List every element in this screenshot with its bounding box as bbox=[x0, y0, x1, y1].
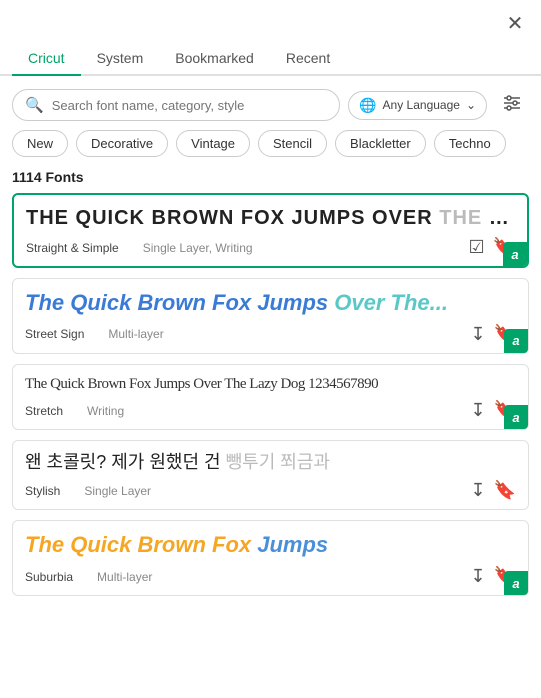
font-name-2: Street Sign bbox=[25, 327, 84, 341]
font-meta-3: Stretch Writing ↧ 🔖 bbox=[25, 400, 516, 421]
tab-recent[interactable]: Recent bbox=[270, 42, 346, 76]
download-icon-5[interactable]: ↧ bbox=[470, 566, 485, 587]
globe-icon: 🌐 bbox=[359, 97, 376, 114]
font-preview-4: 왠 초콜릿? 제가 원했던 건 뺑투기 쬐금과 bbox=[25, 451, 516, 474]
font-name-3: Stretch bbox=[25, 404, 63, 418]
tab-system[interactable]: System bbox=[81, 42, 160, 76]
search-box[interactable]: 🔍 bbox=[12, 89, 340, 121]
search-row: 🔍 🌐 Any Language ⌄ bbox=[0, 76, 541, 130]
chip-decorative[interactable]: Decorative bbox=[76, 130, 168, 157]
font-preview-5: The Quick Brown Fox Jumps bbox=[25, 531, 516, 560]
search-input[interactable] bbox=[52, 98, 327, 113]
font-preview-1: THE QUICK BROWN FOX JUMPS OVER THE LAZY … bbox=[26, 205, 515, 231]
font-panel: ✕ Cricut System Bookmarked Recent 🔍 🌐 An… bbox=[0, 0, 541, 623]
font-card-2[interactable]: The Quick Brown Fox Jumps Over The... St… bbox=[12, 278, 529, 354]
chip-techno[interactable]: Techno bbox=[434, 130, 506, 157]
panel-header: ✕ bbox=[0, 0, 541, 38]
download-icon-4[interactable]: ↧ bbox=[470, 480, 485, 501]
filter-chips: New Decorative Vintage Stencil Blacklett… bbox=[0, 130, 541, 167]
search-icon: 🔍 bbox=[25, 96, 44, 114]
font-meta-2: Street Sign Multi-layer ↧ 🔖 bbox=[25, 324, 516, 345]
font-badge-5: a bbox=[504, 571, 528, 595]
font-preview-3: The Quick Brown Fox Jumps Over The Lazy … bbox=[25, 375, 516, 395]
close-icon: ✕ bbox=[507, 14, 524, 34]
font-badge-1: a bbox=[503, 242, 527, 266]
font-badge-2: a bbox=[504, 329, 528, 353]
font-list[interactable]: THE QUICK BROWN FOX JUMPS OVER THE LAZY … bbox=[0, 193, 541, 623]
chip-blackletter[interactable]: Blackletter bbox=[335, 130, 426, 157]
font-type-3: Writing bbox=[87, 404, 124, 418]
font-type-2: Multi-layer bbox=[108, 327, 163, 341]
font-badge-3: a bbox=[504, 405, 528, 429]
tab-bar: Cricut System Bookmarked Recent bbox=[0, 42, 541, 76]
checkmark-icon-1[interactable]: ☑ bbox=[468, 237, 484, 258]
font-type-5: Multi-layer bbox=[97, 570, 152, 584]
download-icon-2[interactable]: ↧ bbox=[470, 324, 485, 345]
font-meta-4: Stylish Single Layer ↧ 🔖 bbox=[25, 480, 516, 501]
chip-stencil[interactable]: Stencil bbox=[258, 130, 327, 157]
tab-cricut[interactable]: Cricut bbox=[12, 42, 81, 76]
filter-button[interactable] bbox=[495, 88, 529, 122]
chip-new[interactable]: New bbox=[12, 130, 68, 157]
font-meta-5: Suburbia Multi-layer ↧ 🔖 bbox=[25, 566, 516, 587]
close-button[interactable]: ✕ bbox=[501, 10, 529, 38]
tab-bookmarked[interactable]: Bookmarked bbox=[159, 42, 270, 76]
font-type-4: Single Layer bbox=[84, 484, 151, 498]
font-name-5: Suburbia bbox=[25, 570, 73, 584]
font-name-1: Straight & Simple bbox=[26, 241, 119, 255]
language-label: Any Language bbox=[383, 98, 460, 112]
download-icon-3[interactable]: ↧ bbox=[470, 400, 485, 421]
chevron-down-icon: ⌄ bbox=[466, 98, 476, 112]
filter-icon bbox=[502, 93, 522, 118]
font-card-5[interactable]: The Quick Brown Fox Jumps Suburbia Multi… bbox=[12, 520, 529, 596]
bookmark-icon-4[interactable]: 🔖 bbox=[494, 480, 516, 501]
font-name-4: Stylish bbox=[25, 484, 60, 498]
font-actions-4: ↧ 🔖 bbox=[470, 480, 516, 501]
font-meta-1: Straight & Simple Single Layer, Writing … bbox=[26, 237, 515, 258]
font-card-4[interactable]: 왠 초콜릿? 제가 원했던 건 뺑투기 쬐금과 Stylish Single L… bbox=[12, 440, 529, 510]
font-type-1: Single Layer, Writing bbox=[143, 241, 253, 255]
font-card-3[interactable]: The Quick Brown Fox Jumps Over The Lazy … bbox=[12, 364, 529, 431]
language-selector[interactable]: 🌐 Any Language ⌄ bbox=[348, 91, 487, 120]
font-count: 1114 Fonts bbox=[0, 167, 541, 193]
font-card-1[interactable]: THE QUICK BROWN FOX JUMPS OVER THE LAZY … bbox=[12, 193, 529, 268]
chip-vintage[interactable]: Vintage bbox=[176, 130, 250, 157]
font-preview-2: The Quick Brown Fox Jumps Over The... bbox=[25, 289, 516, 318]
